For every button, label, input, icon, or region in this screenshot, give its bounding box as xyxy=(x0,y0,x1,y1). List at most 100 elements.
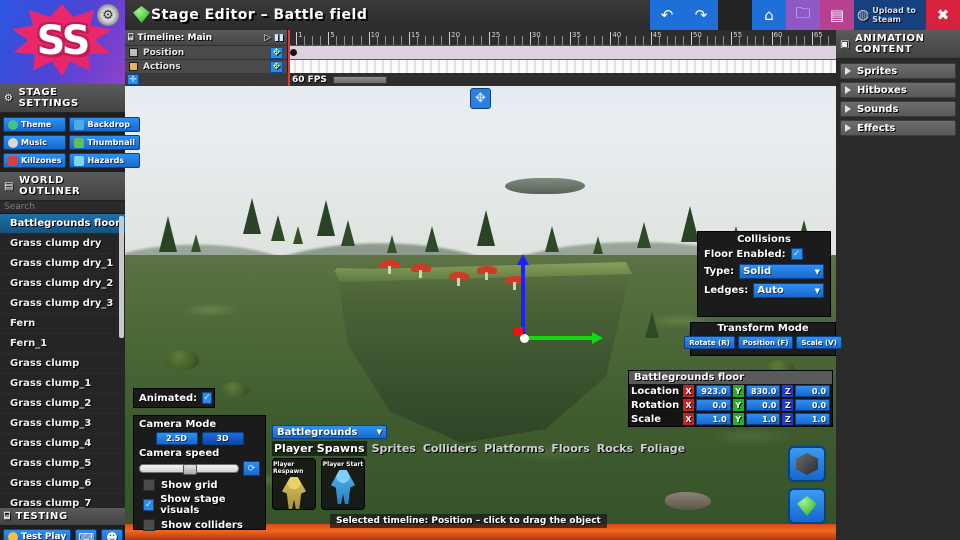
outliner-item[interactable]: Fern_1 xyxy=(0,334,125,354)
tree-object[interactable] xyxy=(271,215,285,241)
world-outliner-list[interactable]: Battlegrounds floor Grass clump dry Grass … xyxy=(0,214,125,508)
layer-tab-floors[interactable]: Floors xyxy=(549,441,591,456)
scale-y-input[interactable]: 1.0 xyxy=(745,413,781,425)
outliner-item[interactable]: Battlegrounds floor xyxy=(0,214,125,234)
gamepad-settings-button[interactable]: ⌨ xyxy=(75,529,98,540)
tree-object[interactable] xyxy=(645,312,659,338)
layer-tab-colliders[interactable]: Colliders xyxy=(421,441,479,456)
gear-icon[interactable]: ⚙ xyxy=(97,4,119,26)
rotate-mode-button[interactable]: Rotate (R) xyxy=(684,336,735,349)
outliner-scrollbar[interactable] xyxy=(119,216,124,338)
outliner-item[interactable]: Grass clump_6 xyxy=(0,474,125,494)
spawn-card-player-start[interactable]: Player Start xyxy=(321,458,365,510)
layer-tab-foliage[interactable]: Foliage xyxy=(638,441,687,456)
reset-camera-icon[interactable]: ⟳ xyxy=(243,461,260,476)
tree-object[interactable] xyxy=(425,226,439,252)
undo-button[interactable]: ↶ xyxy=(650,0,684,30)
mushroom-object[interactable] xyxy=(449,272,469,286)
outliner-item[interactable]: Grass clump xyxy=(0,354,125,374)
timeline-actions-track[interactable] xyxy=(288,59,836,73)
slider-handle[interactable] xyxy=(183,464,198,475)
show-colliders-row[interactable]: ✓ Show colliders xyxy=(139,519,260,531)
outliner-item[interactable]: Grass clump_2 xyxy=(0,394,125,414)
collision-type-select[interactable]: Solid ▼ xyxy=(739,264,824,279)
tree-object[interactable] xyxy=(387,235,397,253)
tree-object[interactable] xyxy=(593,236,603,254)
tree-object[interactable] xyxy=(637,222,651,248)
scale-mode-button[interactable]: Scale (V) xyxy=(796,336,842,349)
rock-object[interactable] xyxy=(665,492,711,510)
mushroom-object[interactable] xyxy=(477,266,497,280)
redo-button[interactable]: ↷ xyxy=(684,0,718,30)
view-cube-button[interactable] xyxy=(788,446,826,482)
stage-settings-hazards-button[interactable]: Hazards xyxy=(69,153,140,168)
character-select-button[interactable]: ☻ xyxy=(101,529,123,540)
gizmo-center-handle[interactable] xyxy=(520,334,529,343)
bush-object[interactable] xyxy=(221,382,249,398)
tree-object[interactable] xyxy=(191,234,201,252)
show-stage-visuals-checkbox[interactable]: ✓ xyxy=(143,499,155,511)
outliner-item[interactable]: Fern xyxy=(0,314,125,334)
stage-settings-theme-button[interactable]: Theme xyxy=(3,117,67,132)
load-button[interactable]: 🗀 xyxy=(786,0,820,30)
mushroom-object[interactable] xyxy=(380,260,400,274)
tree-object[interactable] xyxy=(545,226,559,252)
location-x-input[interactable]: 923.0 xyxy=(696,385,731,397)
mushroom-object[interactable] xyxy=(411,264,431,278)
animation-item-sprites[interactable]: Sprites xyxy=(840,63,956,79)
bush-object[interactable] xyxy=(165,350,199,370)
tree-object[interactable] xyxy=(317,200,335,236)
outliner-item[interactable]: Grass clump dry_3 xyxy=(0,294,125,314)
timeline-track-position[interactable]: Position ✥ xyxy=(125,45,287,59)
stage-settings-backdrop-button[interactable]: Backdrop xyxy=(69,117,140,132)
outliner-item[interactable]: Grass clump_7 xyxy=(0,494,125,508)
playhead[interactable] xyxy=(288,30,290,86)
floor-enabled-checkbox[interactable]: ✓ xyxy=(790,248,803,260)
tree-object[interactable] xyxy=(477,210,495,246)
scale-x-input[interactable]: 1.0 xyxy=(696,413,731,425)
spawn-card-player-respawn[interactable]: Player Respawn xyxy=(272,458,316,510)
animated-checkbox[interactable]: ✓ xyxy=(202,392,212,404)
save-button[interactable]: ▤ xyxy=(820,0,854,30)
pause-icon[interactable]: ▮▮ xyxy=(274,33,284,43)
test-play-button[interactable]: Test Play xyxy=(3,529,72,540)
key-icon[interactable]: ✥ xyxy=(270,46,283,59)
show-colliders-checkbox[interactable]: ✓ xyxy=(143,519,155,531)
keyframe-marker[interactable] xyxy=(290,49,297,56)
layer-tab-platforms[interactable]: Platforms xyxy=(482,441,546,456)
search-input[interactable]: Search xyxy=(0,201,125,214)
show-grid-row[interactable]: ✓ Show grid xyxy=(139,479,260,491)
timeline-position-track[interactable] xyxy=(288,45,836,59)
rotation-z-input[interactable]: 0.0 xyxy=(795,399,831,411)
position-mode-button[interactable]: Position (F) xyxy=(737,336,794,349)
show-stage-visuals-row[interactable]: ✓ Show stage visuals xyxy=(139,494,260,516)
stage-settings-killzones-button[interactable]: Killzones xyxy=(3,153,67,168)
location-y-input[interactable]: 830.0 xyxy=(745,385,781,397)
scale-z-input[interactable]: 1.0 xyxy=(795,413,831,425)
outliner-item[interactable]: Grass clump dry_1 xyxy=(0,254,125,274)
timeline-track-actions[interactable]: Actions ✥ xyxy=(125,59,287,73)
ledges-select[interactable]: Auto ▼ xyxy=(753,283,824,298)
fps-slider[interactable] xyxy=(332,75,387,84)
outliner-item[interactable]: Grass clump_5 xyxy=(0,454,125,474)
rotation-y-input[interactable]: 0.0 xyxy=(745,399,781,411)
stage-settings-music-button[interactable]: Music xyxy=(3,135,67,150)
stage-settings-thumbnail-button[interactable]: Thumbnail xyxy=(69,135,140,150)
camera-mode-3d-button[interactable]: 3D xyxy=(201,432,244,445)
animation-item-effects[interactable]: Effects xyxy=(840,120,956,136)
gizmo-x-axis-handle[interactable] xyxy=(527,332,603,344)
outliner-item[interactable]: Grass clump dry xyxy=(0,234,125,254)
outliner-item[interactable]: Grass clump_1 xyxy=(0,374,125,394)
timeline-ruler[interactable]: 1 5 10 15 20 25 30 35 40 45 50 55 60 65 xyxy=(288,30,837,45)
rotation-x-input[interactable]: 0.0 xyxy=(696,399,731,411)
close-button[interactable]: ✖ xyxy=(926,0,960,30)
layer-select[interactable]: Battlegrounds ▼ xyxy=(272,425,387,439)
animation-item-hitboxes[interactable]: Hitboxes xyxy=(840,82,956,98)
tree-object[interactable] xyxy=(293,226,303,244)
outliner-item[interactable]: Grass clump_3 xyxy=(0,414,125,434)
layer-tab-sprites[interactable]: Sprites xyxy=(370,441,418,456)
play-icon[interactable]: ▷ xyxy=(264,33,271,43)
outliner-item[interactable]: Grass clump_4 xyxy=(0,434,125,454)
upload-to-steam-button[interactable]: ◍ Upload to Steam xyxy=(854,0,926,30)
outliner-item[interactable]: Grass clump dry_2 xyxy=(0,274,125,294)
